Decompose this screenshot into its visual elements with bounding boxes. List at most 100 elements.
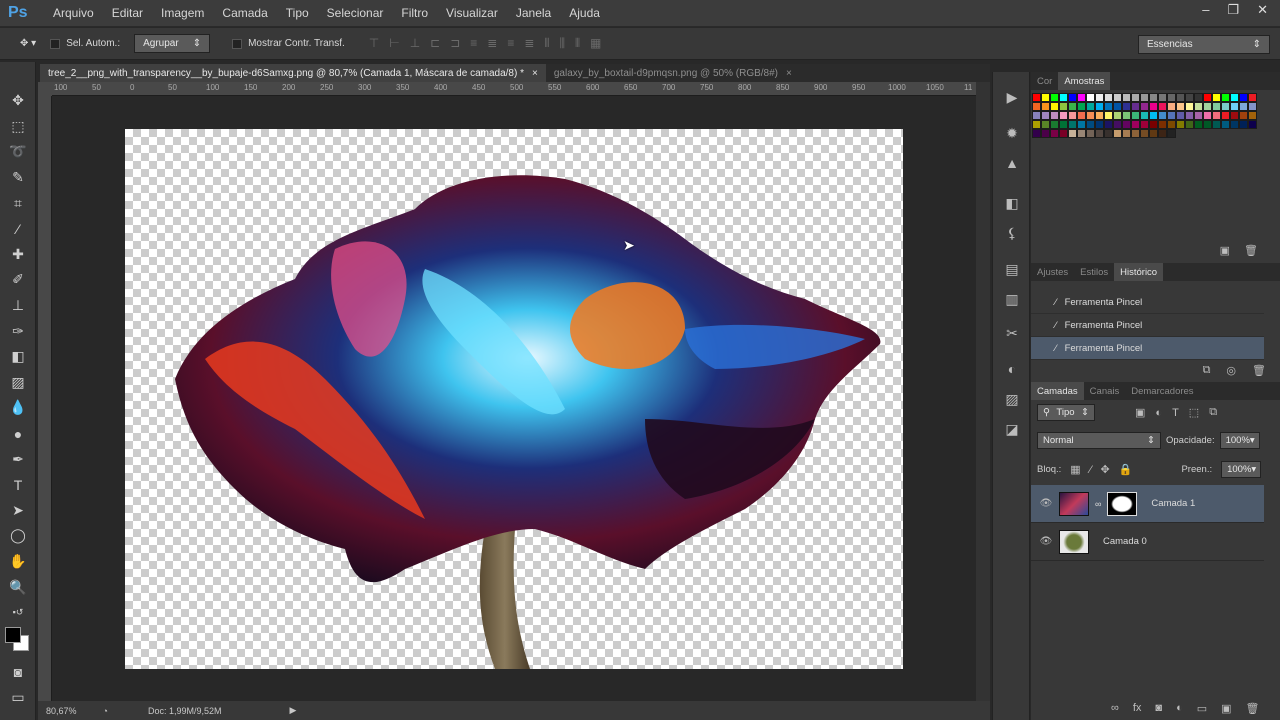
layer-mask-thumbnail[interactable] (1107, 491, 1138, 516)
new-group-icon[interactable]: ▭ (1197, 702, 1207, 715)
crop-tool-icon[interactable]: ⌗ (0, 190, 36, 216)
color-swatch[interactable] (1149, 102, 1158, 111)
healing-brush-tool-icon[interactable]: ✚ (0, 242, 36, 268)
document-canvas[interactable]: ➤ (125, 129, 903, 669)
color-swatch[interactable] (1167, 102, 1176, 111)
eraser-tool-icon[interactable]: ◧ (0, 344, 36, 370)
link-layers-icon[interactable]: ∞ (1111, 702, 1119, 715)
layer-row-camada-0[interactable]: 👁 Camada 0 (1031, 523, 1264, 561)
color-swatch[interactable] (1149, 111, 1158, 120)
color-swatch[interactable] (1068, 120, 1077, 129)
tab-demarcadores[interactable]: Demarcadores (1125, 382, 1199, 400)
move-tool-preset-icon[interactable]: ✥ ▾ (20, 38, 36, 49)
blur-tool-icon[interactable]: 💧 (0, 395, 36, 421)
color-swatch[interactable] (1194, 102, 1203, 111)
color-swatch[interactable] (1221, 102, 1230, 111)
foreground-color-swatch[interactable] (5, 627, 21, 644)
adjustment-layer-icon[interactable]: ◐ (1176, 702, 1183, 715)
color-swatch[interactable] (1041, 111, 1050, 120)
color-swatch[interactable] (1104, 120, 1113, 129)
play-icon[interactable]: ▶ (993, 82, 1031, 112)
color-swatch[interactable] (1248, 111, 1257, 120)
zoom-level[interactable]: 80,67% (46, 706, 77, 716)
color-swatch[interactable] (1077, 129, 1086, 138)
color-swatch[interactable] (1041, 93, 1050, 102)
color-swatch[interactable] (1194, 120, 1203, 129)
menu-imagem[interactable]: Imagem (152, 6, 213, 20)
lock-transparent-icon[interactable]: ▦ (1070, 463, 1080, 476)
color-swatch[interactable] (1212, 111, 1221, 120)
new-document-from-state-icon[interactable]: ⧉ (1203, 364, 1211, 377)
color-swatch[interactable] (1185, 111, 1194, 120)
restore-button[interactable]: ❐ (1227, 2, 1239, 18)
color-swatch[interactable] (1230, 111, 1239, 120)
color-swatch[interactable] (1086, 111, 1095, 120)
clone-stamp-tool-icon[interactable]: ⊥ (0, 293, 36, 319)
align-vcenter-icon[interactable]: ⊢ (389, 36, 399, 51)
tab-amostras[interactable]: Amostras (1058, 72, 1111, 90)
color-swatch[interactable] (1104, 102, 1113, 111)
status-info-icon[interactable]: ◔ (103, 706, 108, 716)
tab-tree-document[interactable]: tree_2__png_with_transparency__by_bupaje… (40, 64, 546, 82)
color-swatch[interactable] (1149, 120, 1158, 129)
menu-selecionar[interactable]: Selecionar (318, 6, 393, 20)
menu-visualizar[interactable]: Visualizar (437, 6, 507, 20)
minimize-button[interactable]: – (1202, 2, 1209, 18)
brush-tool-icon[interactable]: ✐ (0, 267, 36, 293)
color-swatch[interactable] (1095, 111, 1104, 120)
color-swatch[interactable] (1032, 93, 1041, 102)
close-tab-icon[interactable]: × (786, 68, 792, 79)
color-swatch[interactable] (1113, 111, 1122, 120)
color-swatch[interactable] (1230, 120, 1239, 129)
color-swatch[interactable] (1176, 102, 1185, 111)
color-swatch[interactable] (1239, 111, 1248, 120)
color-swatch[interactable] (1113, 102, 1122, 111)
distribute-top-icon[interactable]: ≣ (487, 36, 497, 51)
color-swatch[interactable] (1095, 102, 1104, 111)
brush-preset-icon[interactable]: ◧ (993, 188, 1031, 218)
color-swatch[interactable] (1167, 93, 1176, 102)
color-swatch[interactable] (1131, 102, 1140, 111)
color-swatch[interactable] (1239, 93, 1248, 102)
layer-comps-icon[interactable]: ◪ (993, 414, 1031, 444)
color-swatch[interactable] (1185, 93, 1194, 102)
color-swatch[interactable] (1140, 120, 1149, 129)
paragraph-icon[interactable]: ▥ (993, 284, 1031, 314)
filter-shape-icon[interactable]: ⬚ (1189, 406, 1199, 419)
align-hcenter-icon[interactable]: ⊐ (450, 36, 460, 51)
color-swatch[interactable] (1113, 120, 1122, 129)
color-swatch[interactable] (1050, 129, 1059, 138)
color-swatch[interactable] (1140, 102, 1149, 111)
zoom-tool-icon[interactable]: 🔍 (0, 574, 36, 600)
tab-cor[interactable]: Cor (1031, 72, 1058, 90)
color-swatch[interactable] (1203, 120, 1212, 129)
color-swatch[interactable] (1068, 93, 1077, 102)
color-swatch[interactable] (1050, 102, 1059, 111)
lock-position-icon[interactable]: ✥ (1101, 463, 1110, 476)
color-swatch[interactable] (1248, 102, 1257, 111)
color-swatch[interactable] (1194, 111, 1203, 120)
color-swatch[interactable] (1158, 111, 1167, 120)
color-swatch[interactable] (1167, 111, 1176, 120)
snapshot-icon[interactable]: ◎ (1226, 364, 1236, 377)
canvas-scrollbar[interactable] (976, 82, 990, 701)
color-swatch[interactable] (1122, 111, 1131, 120)
dodge-tool-icon[interactable]: ● (0, 421, 36, 447)
blend-mode-dropdown[interactable]: Normal ⇕ (1037, 432, 1161, 449)
color-swatch[interactable] (1203, 111, 1212, 120)
filter-adjustment-icon[interactable]: ◐ (1155, 407, 1162, 419)
history-item[interactable]: ⁄ Ferramenta Pincel (1031, 337, 1264, 360)
align-left-icon[interactable]: ⊏ (430, 36, 440, 51)
delete-swatch-icon[interactable]: 🗑 (1244, 244, 1258, 257)
menu-arquivo[interactable]: Arquivo (44, 6, 103, 20)
layer-row-camada-1[interactable]: 👁 ∞ Camada 1 (1031, 485, 1264, 523)
menu-filtro[interactable]: Filtro (392, 6, 437, 20)
shape-tool-icon[interactable]: ◯ (0, 523, 36, 549)
distribute-right-icon[interactable]: ⫴ (575, 36, 580, 51)
visibility-eye-icon[interactable]: 👁 (1039, 536, 1053, 547)
auto-select-option[interactable]: Sel. Autom.: (50, 38, 120, 49)
color-swatch[interactable] (1176, 93, 1185, 102)
history-item[interactable]: ⁄ Ferramenta Pincel (1031, 314, 1264, 337)
color-swatch[interactable] (1140, 111, 1149, 120)
auto-align-icon[interactable]: ▦ (590, 36, 601, 51)
